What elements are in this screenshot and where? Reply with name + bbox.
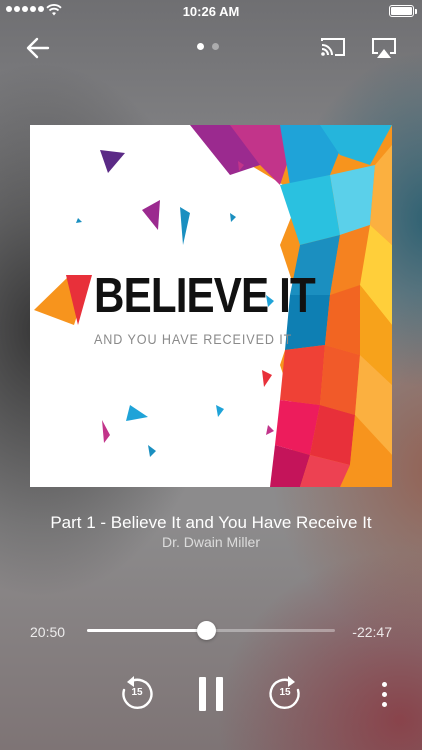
forward-15-button[interactable]: 15 xyxy=(266,674,304,714)
page-indicator[interactable] xyxy=(197,43,219,50)
album-artwork: BELIEVE IT AND YOU HAVE RECEIVED IT xyxy=(30,125,392,487)
remaining-time: -22:47 xyxy=(352,624,392,640)
track-title: Part 1 - Believe It and You Have Receive… xyxy=(50,513,372,532)
forward-seconds-label: 15 xyxy=(279,687,291,698)
progress-thumb[interactable] xyxy=(196,621,216,640)
battery-full-icon xyxy=(389,5,417,17)
status-time: 10:26 AM xyxy=(182,4,240,19)
pause-icon xyxy=(199,677,206,711)
cast-icon[interactable] xyxy=(319,35,347,59)
elapsed-time: 20:50 xyxy=(30,624,66,640)
page-dot-active xyxy=(197,43,204,50)
track-artist: Dr. Dwain Miller xyxy=(161,534,260,550)
airplay-icon[interactable] xyxy=(370,36,398,60)
arrow-left-icon[interactable] xyxy=(24,34,52,62)
pause-button[interactable] xyxy=(196,677,226,713)
progress-fill xyxy=(87,629,207,632)
artwork-subline: AND YOU HAVE RECEIVED IT xyxy=(94,331,293,347)
rewind-seconds-label: 15 xyxy=(131,687,143,698)
page-dot xyxy=(212,43,219,50)
rewind-15-button[interactable]: 15 xyxy=(118,674,156,714)
status-bar: 10:26 AM xyxy=(0,0,422,22)
pause-icon-bar xyxy=(216,677,223,711)
artwork-headline: BELIEVE IT xyxy=(94,269,316,323)
more-vertical-icon[interactable] xyxy=(378,682,390,710)
